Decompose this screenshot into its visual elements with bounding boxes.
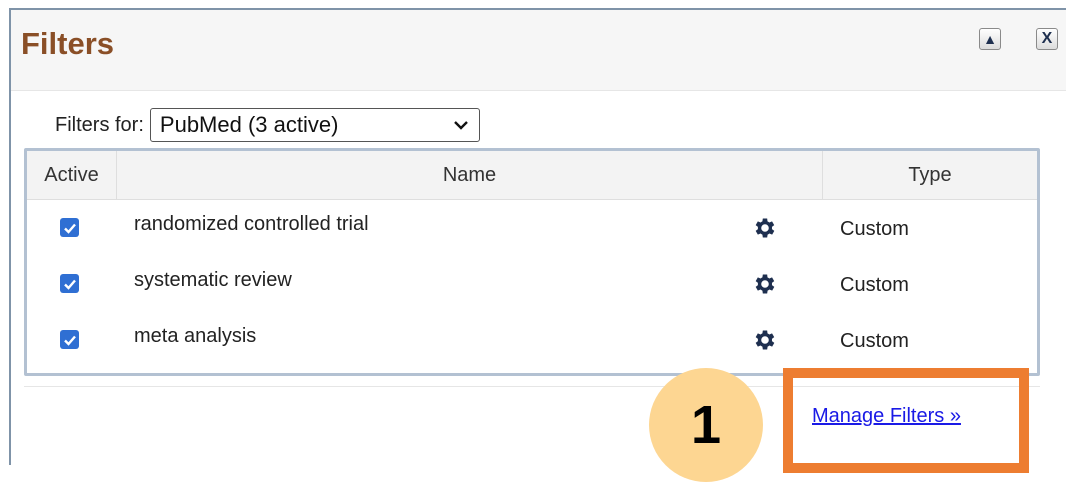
table-row: systematic review Custom: [27, 255, 1037, 311]
check-icon: [63, 335, 76, 346]
filter-type: Custom: [840, 218, 909, 240]
close-button[interactable]: X: [1036, 28, 1058, 50]
column-header-active[interactable]: Active: [27, 151, 117, 199]
active-checkbox[interactable]: [60, 330, 79, 349]
database-select-value: PubMed (3 active): [159, 112, 339, 137]
filters-for-row: Filters for: PubMed (3 active): [55, 108, 480, 142]
column-header-name[interactable]: Name: [117, 151, 823, 199]
check-icon: [63, 279, 76, 290]
footer-divider: [24, 386, 1040, 387]
gear-icon[interactable]: [752, 327, 778, 353]
filter-name: systematic review: [134, 269, 292, 291]
panel-title: Filters: [21, 26, 115, 61]
active-checkbox[interactable]: [60, 218, 79, 237]
filter-type: Custom: [840, 330, 909, 352]
filter-name: meta analysis: [134, 325, 257, 347]
table-row: meta analysis Custom: [27, 311, 1037, 367]
column-header-type[interactable]: Type: [823, 151, 1037, 199]
gear-icon[interactable]: [752, 271, 778, 297]
filter-name: randomized controlled trial: [134, 213, 369, 235]
table-header: Active Name Type: [27, 151, 1037, 200]
triangle-up-icon: ▲: [983, 31, 997, 47]
panel-titlebar: Filters ▲ X: [11, 10, 1066, 91]
table-row: randomized controlled trial Custom: [27, 199, 1037, 255]
collapse-button[interactable]: ▲: [979, 28, 1001, 50]
database-select[interactable]: PubMed (3 active): [149, 108, 480, 142]
filters-for-label: Filters for:: [55, 113, 144, 136]
check-icon: [63, 223, 76, 234]
filters-table: Active Name Type randomized controlled t…: [24, 148, 1040, 376]
close-icon: X: [1041, 30, 1053, 47]
active-checkbox[interactable]: [60, 274, 79, 293]
filter-type: Custom: [840, 274, 909, 296]
manage-filters-link[interactable]: Manage Filters »: [812, 405, 961, 428]
gear-icon[interactable]: [752, 215, 778, 241]
chevron-down-icon: [454, 121, 468, 130]
